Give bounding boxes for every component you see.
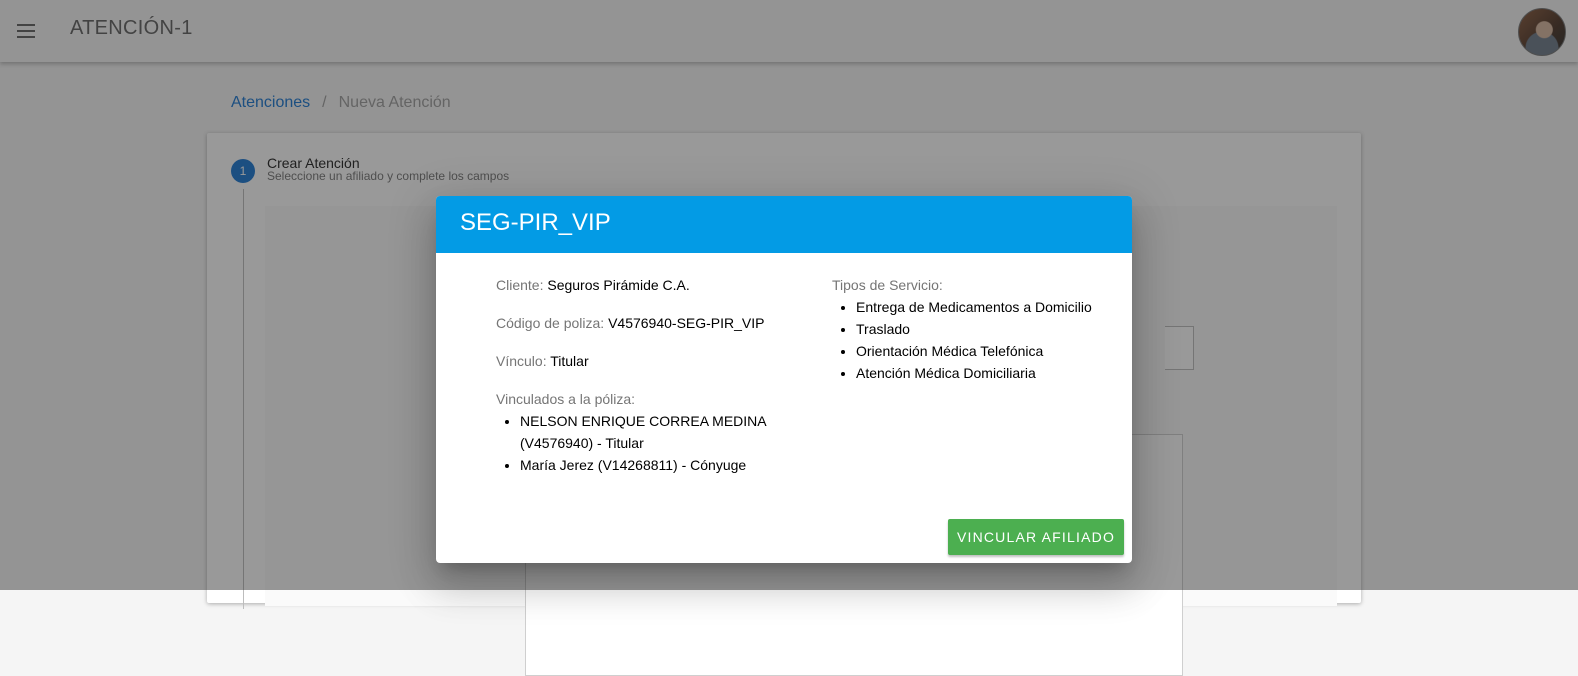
- dialog-header: SEG-PIR_VIP: [436, 196, 1132, 253]
- vinculo-label: Vínculo:: [496, 353, 547, 369]
- codigo-field: Código de poliza: V4576940-SEG-PIR_VIP: [496, 312, 806, 334]
- dialog-title: SEG-PIR_VIP: [460, 209, 611, 236]
- cliente-value: Seguros Pirámide C.A.: [547, 277, 690, 293]
- list-item: Orientación Médica Telefónica: [856, 340, 1122, 362]
- vincular-afiliado-button[interactable]: VINCULAR AFILIADO: [948, 519, 1124, 555]
- tipos-list: Entrega de Medicamentos a Domicilio Tras…: [832, 296, 1122, 384]
- cliente-field: Cliente: Seguros Pirámide C.A.: [496, 274, 806, 296]
- vinculados-label: Vinculados a la póliza:: [496, 391, 636, 407]
- list-item: María Jerez (V14268811) - Cónyuge: [520, 454, 806, 476]
- policy-dialog: SEG-PIR_VIP Cliente: Seguros Pirámide C.…: [436, 196, 1132, 563]
- codigo-value: V4576940-SEG-PIR_VIP: [608, 315, 765, 331]
- list-item: Atención Médica Domiciliaria: [856, 362, 1122, 384]
- tipos-label: Tipos de Servicio:: [832, 277, 943, 293]
- service-types: Tipos de Servicio: Entrega de Medicament…: [832, 274, 1122, 384]
- vinculo-field: Vínculo: Titular: [496, 350, 806, 372]
- cliente-label: Cliente:: [496, 277, 544, 293]
- vinculados-list: NELSON ENRIQUE CORREA MEDINA (V4576940) …: [496, 410, 806, 476]
- list-item: Entrega de Medicamentos a Domicilio: [856, 296, 1122, 318]
- policy-details: Cliente: Seguros Pirámide C.A. Código de…: [496, 274, 806, 476]
- list-item: NELSON ENRIQUE CORREA MEDINA (V4576940) …: [520, 410, 806, 454]
- list-item: Traslado: [856, 318, 1122, 340]
- vinculo-value: Titular: [550, 353, 589, 369]
- codigo-label: Código de poliza:: [496, 315, 605, 331]
